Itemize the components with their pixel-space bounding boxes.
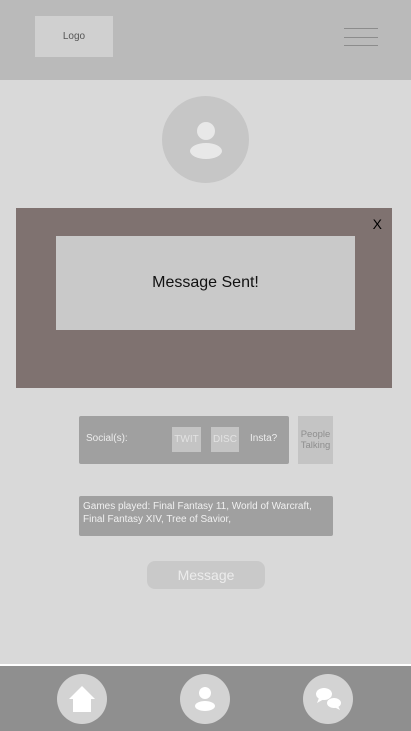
people-talking-line1: People (300, 429, 331, 440)
profile-avatar (162, 96, 249, 183)
modal-message: Message Sent! (56, 236, 355, 330)
nav-home-button[interactable] (57, 674, 107, 724)
instagram-link[interactable]: Insta? (250, 433, 277, 444)
close-button[interactable]: X (373, 217, 382, 231)
menu-line (344, 45, 378, 46)
logo[interactable]: Logo (35, 16, 113, 57)
bottom-nav (0, 664, 411, 731)
socials-panel: Social(s): TWIT DISC Insta? (79, 416, 289, 464)
home-icon (69, 686, 95, 712)
nav-profile-button[interactable] (180, 674, 230, 724)
message-sent-modal: X Message Sent! (16, 208, 392, 388)
chat-icon (316, 688, 341, 710)
people-talking-button[interactable]: People Talking (298, 416, 333, 464)
nav-chat-button[interactable] (303, 674, 353, 724)
profile-icon (195, 687, 215, 711)
socials-label: Social(s): (86, 433, 128, 444)
user-icon (189, 121, 222, 159)
app-header: Logo (0, 0, 411, 80)
games-played: Games played: Final Fantasy 11, World of… (79, 496, 333, 536)
discord-button[interactable]: DISC (211, 427, 239, 452)
menu-line (344, 28, 378, 29)
message-button[interactable]: Message (147, 561, 265, 589)
hamburger-menu-icon[interactable] (344, 28, 378, 46)
menu-line (344, 36, 378, 38)
twitter-button[interactable]: TWIT (172, 427, 201, 452)
people-talking-line2: Talking (300, 440, 331, 451)
